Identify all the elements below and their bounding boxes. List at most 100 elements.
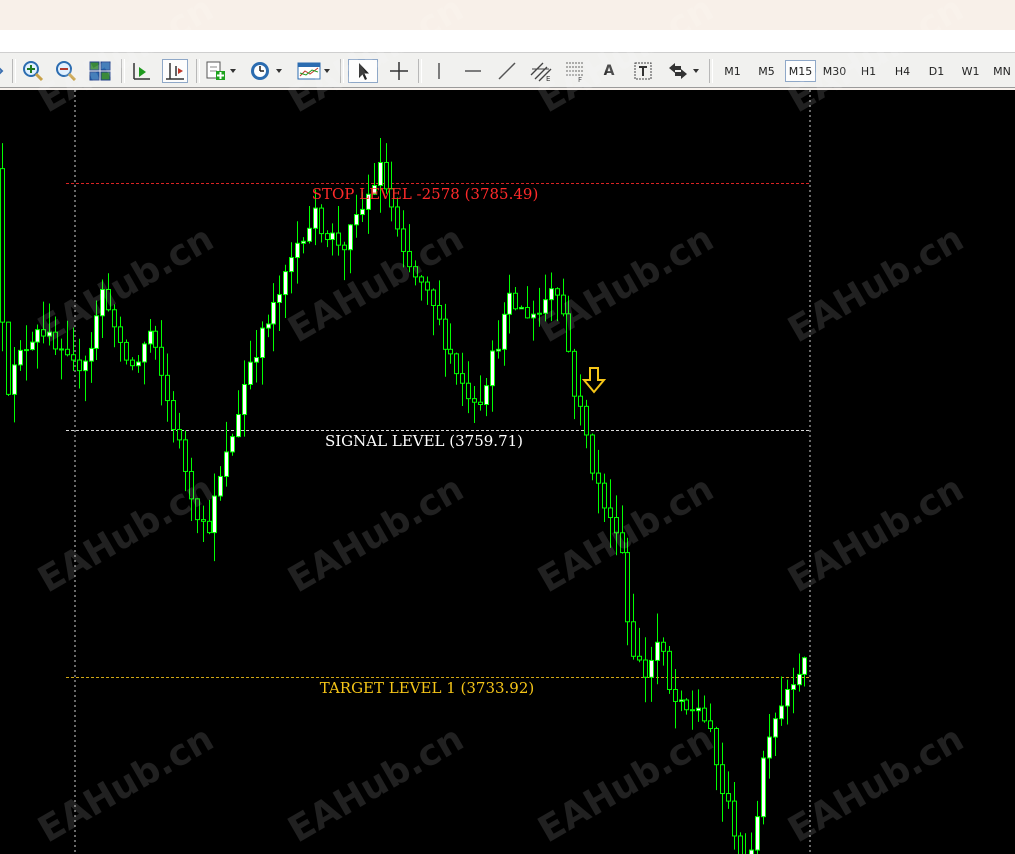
candle-body-bear [578,395,583,407]
candle-body-bull [502,313,507,350]
candle-body-bear [342,244,347,251]
timeframe-h1[interactable]: H1 [853,60,884,82]
timeframe-m1[interactable]: M1 [717,60,748,82]
candle-body-bear [130,359,135,367]
timeframe-w1[interactable]: W1 [955,60,986,82]
candle-body-bear [637,655,642,661]
timeframe-m5[interactable]: M5 [751,60,782,82]
text-box-icon[interactable] [631,59,655,83]
candle-body-bull [348,224,353,251]
candle-body-bear [472,398,477,403]
candle-body-bull [649,659,654,678]
candle-body-bull [35,329,40,343]
candle-body-bull [755,816,760,851]
candle-body-bear [466,382,471,400]
candle-body-bull [797,673,802,686]
candle-body-bear [195,498,200,521]
candle-body-bull [519,306,524,310]
fibonacci-icon[interactable]: F [561,59,589,83]
candle-body-bull [136,361,141,367]
equidistant-channel-icon[interactable]: E [527,59,555,83]
menu-gap [0,30,1015,52]
candle-body-bull [18,349,23,366]
candle-body-bull [537,312,542,315]
candle-body-bear [336,232,341,246]
price-chart[interactable]: EAHub.cn EAHub.cn EAHub.cn EAHub.cn EAHub.cn… [0,0,1015,854]
indicators-icon[interactable] [203,59,239,83]
auto-scroll-icon[interactable] [128,59,154,83]
candle-body-bear [41,329,46,337]
candle-body-bull [283,271,288,296]
tile-windows-icon[interactable] [87,59,113,83]
toolbar-separator [340,59,344,83]
candle-body-bull [779,705,784,720]
candle-body-bull [378,161,383,186]
candle-body-bear [77,359,82,372]
candle-body-bear [643,659,648,678]
candle-body-bull [260,327,265,359]
candle-body-bear [448,348,453,355]
chart-shift-icon[interactable] [162,59,188,83]
candle-body-bull [773,718,778,738]
toolbar-separator [12,59,16,83]
candle-body-bull [242,383,247,416]
timeframe-m30[interactable]: M30 [819,60,850,82]
candle-body-bear [673,688,678,702]
timeframe-m15[interactable]: M15 [785,60,816,82]
svg-text:F: F [578,76,582,82]
candle-body-bear [106,289,111,311]
candle-body-bear [59,348,64,351]
periods-icon[interactable] [247,59,285,83]
candle-body-bear [124,341,129,361]
candle-body-bull [496,348,501,352]
candle-body-bull [100,289,105,317]
horizontal-line-icon[interactable] [460,59,486,83]
candle-body-bear [620,532,625,554]
candle-body-bear [525,306,530,319]
price-chart-canvas[interactable] [0,90,1015,854]
candle-body-bull [307,227,312,242]
text-label-icon[interactable]: A [597,59,621,83]
toolbar-separator [196,59,200,83]
candle-body-bear [177,428,182,441]
candle-body-bear [561,294,566,315]
timeframe-d1[interactable]: D1 [921,60,952,82]
candle-body-bear [65,348,70,356]
cursor-icon[interactable] [348,59,378,83]
candle-body-bear [720,764,725,795]
timeframe-mn[interactable]: MN [989,60,1015,82]
candle-body-bear [661,641,666,652]
candle-body-bear [584,405,589,436]
arrows-icon[interactable] [664,59,702,83]
timeframe-h4[interactable]: H4 [887,60,918,82]
candle-body-bear [6,321,11,395]
candle-body-bear [71,354,76,361]
candle-body-bull [224,451,229,477]
templates-icon[interactable] [295,59,333,83]
candle-body-bull [83,360,88,372]
candle-body-bear [555,288,560,296]
candle-body-bear [407,250,412,268]
candle-body-bear [714,727,719,766]
candle-body-bear [708,720,713,729]
chart-toolbar: E F A M1 M5 M15 M30 H1 H4 D1 W1 MN [0,52,1015,88]
candle-body-bull [549,288,554,301]
candle-body-bull [679,699,684,702]
candle-body-bear [395,206,400,230]
window-title-strip [0,0,1015,30]
candle-body-bear [566,313,571,352]
zoom-out-icon[interactable] [53,59,79,83]
sell-signal-arrow [581,367,607,394]
toolbar-overflow-icon[interactable] [0,59,10,83]
target-level-label: TARGET LEVEL 1 (3733.92) [319,679,535,697]
zoom-in-icon[interactable] [20,59,46,83]
candle-body-bull [271,301,276,325]
candle-body-bear [207,520,212,534]
svg-text:E: E [546,75,550,82]
trendline-icon[interactable] [494,59,520,83]
candle-body-bear [201,519,206,522]
crosshair-icon[interactable] [386,59,412,83]
candle-body-bear [325,233,330,241]
candle-body-bear [631,621,636,657]
vertical-line-icon[interactable] [425,59,449,83]
